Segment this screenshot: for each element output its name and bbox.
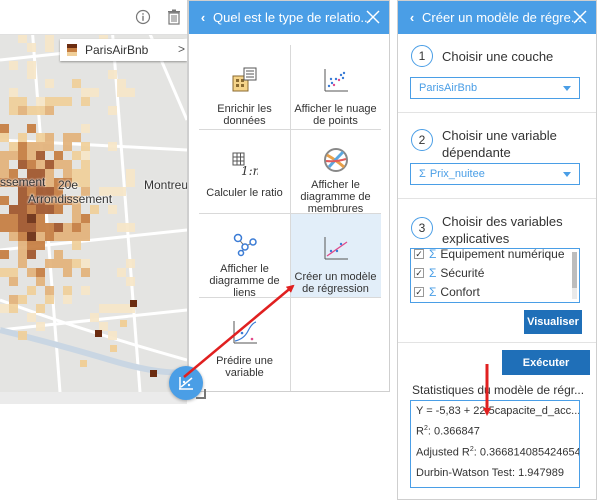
variable-item[interactable]: ✓ Σ Confort	[414, 283, 480, 301]
step-3-title-line1: Choisir des variables	[442, 214, 563, 229]
variable-label: Confort	[440, 285, 480, 299]
sigma-icon: Σ	[429, 285, 437, 299]
tile-link-label: Afficher le diagramme de liens	[209, 263, 280, 299]
dependent-variable-value: Prix_nuitee	[429, 168, 485, 180]
resize-handle[interactable]	[196, 389, 206, 399]
step-2-title-line1: Choisir une variable	[442, 128, 557, 143]
step-2-title: Choisir une variable dépendante	[442, 127, 557, 161]
step-3-title: Choisir des variables explicatives	[442, 213, 563, 247]
regression-panel-title: Créer un modèle de régre...	[422, 10, 582, 25]
trash-icon[interactable]	[163, 6, 185, 28]
layer-chip-label: ParisAirBnb	[85, 43, 149, 57]
stats-title: Statistiques du modèle de régr...	[412, 383, 585, 397]
tile-predict-label: Prédire une variable	[216, 355, 273, 379]
step-2-title-line2: dépendante	[442, 145, 511, 160]
tile-link[interactable]: Afficher le diagramme de liens	[199, 213, 290, 299]
tile-regression-label: Créer un modèle de régression	[294, 271, 377, 295]
dependent-variable-select[interactable]: Σ Prix_nuitee	[410, 163, 580, 185]
chevron-right-icon[interactable]: >	[178, 42, 185, 56]
checkbox[interactable]: ✓	[414, 287, 424, 297]
tile-enrich[interactable]: Enrichir les données	[199, 45, 290, 129]
stats-durbin-watson: Durbin-Watson Test: 1.947989	[416, 467, 564, 479]
tile-enrich-label: Enrichir les données	[217, 103, 272, 127]
scrollbar-thumb[interactable]	[572, 252, 577, 288]
tile-scatter-label: Afficher le nuage de points	[294, 103, 377, 127]
step-1-badge: 1	[411, 45, 433, 67]
tile-chord[interactable]: Afficher le diagramme de membrures	[290, 129, 381, 215]
variable-item[interactable]: ✓ Σ Sécurité	[414, 264, 484, 282]
tile-regression[interactable]: Créer un modèle de régression	[290, 213, 381, 297]
section-divider	[398, 198, 596, 199]
info-icon[interactable]	[132, 6, 154, 28]
chevron-left-icon[interactable]: ‹	[402, 10, 422, 25]
stats-equation: Y = -5,83 + 22,5capacite_d_acc...	[416, 405, 580, 417]
enrich-icon	[232, 67, 256, 92]
analysis-panel-header: ‹ Quel est le type de relatio...	[189, 1, 389, 34]
layer-swatch-icon	[67, 44, 77, 56]
chevron-down-icon	[563, 86, 571, 91]
link-icon	[233, 233, 257, 257]
step-1-title: Choisir une couche	[442, 49, 554, 64]
map-label-20e: 20e	[58, 178, 79, 192]
map-label-fragment: ssement	[0, 175, 46, 189]
ratio-icon: 1:n	[232, 152, 258, 177]
checkbox[interactable]: ✓	[414, 268, 424, 278]
chevron-down-icon	[563, 172, 571, 177]
section-divider	[398, 342, 596, 343]
sigma-icon: Σ	[429, 266, 437, 280]
tile-ratio-label: Calculer le ratio	[206, 187, 283, 199]
step-2-badge: 2	[411, 129, 433, 151]
analysis-panel-title: Quel est le type de relatio...	[213, 10, 372, 25]
section-divider	[398, 112, 596, 113]
scatter-icon	[324, 69, 348, 92]
tile-scatter[interactable]: Afficher le nuage de points	[290, 45, 381, 129]
regression-icon	[324, 237, 348, 260]
predict-icon	[233, 321, 257, 344]
stats-adjusted-r2: Adjusted R2: 0.366814085424654	[416, 446, 580, 459]
explanatory-variables-list[interactable]: ✓ Σ Equipement numérique ✓ Σ Sécurité ✓ …	[410, 248, 580, 303]
execute-button[interactable]: Exécuter	[502, 350, 590, 375]
close-icon[interactable]	[572, 9, 588, 25]
sigma-icon: Σ	[429, 248, 437, 261]
checkbox[interactable]: ✓	[414, 249, 424, 259]
tile-predict[interactable]: Prédire une variable	[199, 297, 290, 391]
tile-ratio[interactable]: 1:n Calculer le ratio	[199, 129, 290, 213]
map-toolbar	[0, 0, 187, 35]
map-view[interactable]: ParisAirBnb > ssement 20e Arrondissement…	[0, 0, 188, 392]
variable-item[interactable]: ✓ Σ Equipement numérique	[414, 248, 565, 263]
layer-legend-chip[interactable]: ParisAirBnb >	[60, 39, 187, 61]
step-3-badge: 3	[411, 217, 433, 239]
chord-icon	[323, 148, 348, 172]
layer-select[interactable]: ParisAirBnb	[410, 77, 580, 99]
variable-list-scrollbar[interactable]	[572, 252, 577, 299]
map-label-arrondissement: Arrondissement	[28, 192, 113, 206]
variable-label: Equipement numérique	[440, 248, 565, 261]
regression-panel: ‹ Créer un modèle de régre... 1 Choisir …	[397, 0, 597, 500]
map-label-montreuil: Montreu	[144, 178, 188, 192]
grid-divider	[290, 45, 291, 391]
regression-panel-header: ‹ Créer un modèle de régre...	[398, 1, 596, 34]
analysis-type-panel: ‹ Quel est le type de relatio... Enrichi…	[188, 0, 390, 392]
visualize-button[interactable]: Visualiser	[524, 310, 582, 334]
chevron-left-icon[interactable]: ‹	[193, 10, 213, 25]
sigma-icon: Σ	[419, 168, 426, 180]
close-icon[interactable]	[365, 9, 381, 25]
variable-label: Sécurité	[440, 266, 485, 280]
step-3-title-line2: explicatives	[442, 231, 510, 246]
map-footer	[0, 392, 187, 404]
layer-select-value: ParisAirBnb	[419, 82, 478, 94]
svg-text:1:n: 1:n	[241, 164, 258, 177]
tile-chord-label: Afficher le diagramme de membrures	[300, 179, 371, 215]
analysis-icon	[179, 377, 193, 390]
stats-r2: R2: 0.366847	[416, 425, 480, 438]
stats-box: Y = -5,83 + 22,5capacite_d_acc... R2: 0.…	[410, 400, 580, 488]
